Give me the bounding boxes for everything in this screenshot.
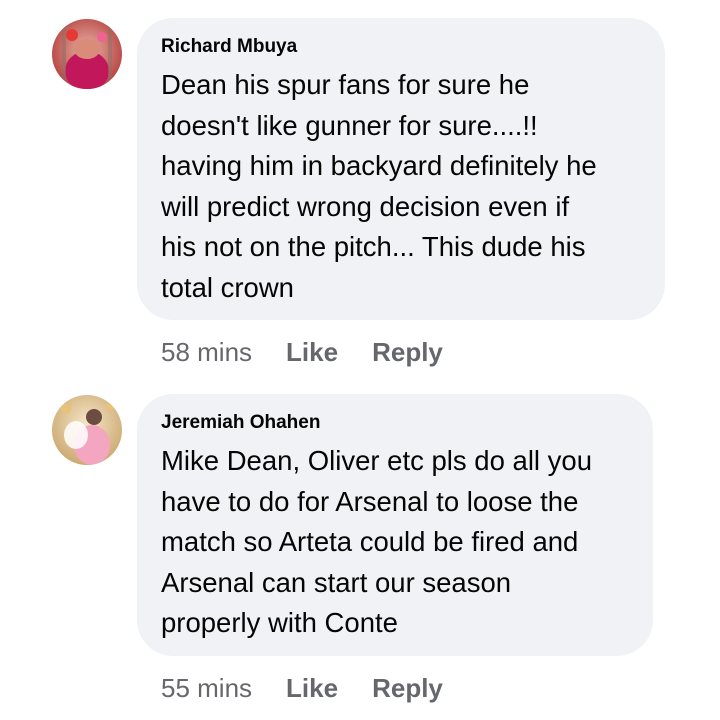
like-button[interactable]: Like [286, 673, 338, 703]
comment-text-line: total crown [161, 271, 294, 303]
comment-text-line: Arsenal can start our season [161, 566, 512, 598]
comment-text: Mike Dean, Oliver etc pls do all you hav… [161, 441, 629, 644]
comment-bubble: Richard Mbuya Dean his spur fans for sur… [137, 18, 665, 320]
comment-text-line: Dean his spur fans for sure he [161, 69, 530, 100]
comment-timestamp[interactable]: 58 mins [161, 337, 252, 367]
avatar[interactable] [52, 395, 122, 465]
comment-bubble: Jeremiah Ohahen Mike Dean, Oliver etc pl… [137, 394, 653, 656]
comment-text-line: his not on the pitch... This dude his [161, 231, 586, 262]
comment-timestamp[interactable]: 55 mins [161, 673, 252, 703]
reply-button[interactable]: Reply [372, 673, 443, 703]
comment-actions: 55 mins Like Reply [161, 673, 443, 703]
comment-text-line: properly with Conte [161, 607, 398, 638]
comment-text-line: Mike Dean, Oliver etc pls do all you [161, 445, 593, 476]
comment-text-line: have to do for Arsenal to loose the [161, 485, 579, 517]
reply-button[interactable]: Reply [372, 337, 443, 367]
comment-text-line: having him in backyard definitely he [161, 150, 597, 181]
comment-author[interactable]: Jeremiah Ohahen [161, 412, 629, 434]
comment-actions: 58 mins Like Reply [161, 337, 443, 367]
comment-text-line: match so Arteta could be fired and [161, 526, 579, 557]
comment-author[interactable]: Richard Mbuya [161, 36, 641, 58]
comment-text: Dean his spur fans for sure he doesn't l… [161, 65, 641, 308]
avatar[interactable] [52, 19, 122, 89]
comment-text-line: doesn't like gunner for sure....!! [161, 109, 538, 141]
comment-text-line: will predict wrong decision even if [161, 190, 570, 222]
like-button[interactable]: Like [286, 337, 338, 367]
